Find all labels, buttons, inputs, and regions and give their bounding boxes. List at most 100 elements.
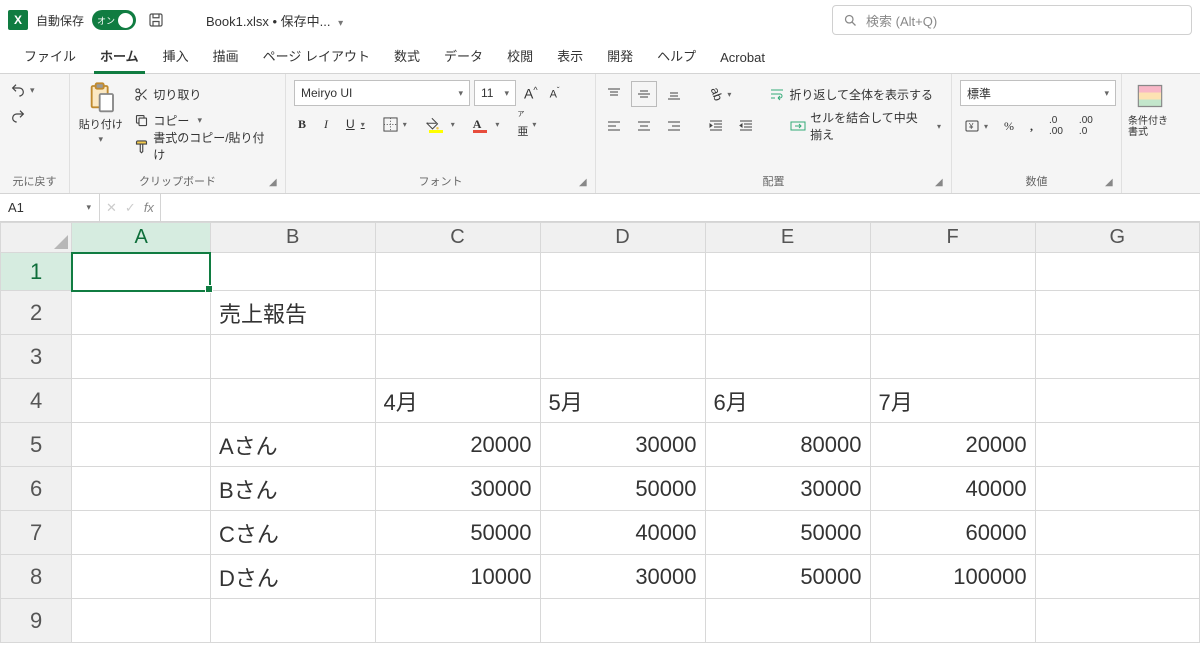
col-header-D[interactable]: D — [540, 223, 705, 253]
cell-B9[interactable] — [210, 599, 375, 643]
cell-A3[interactable] — [72, 335, 211, 379]
align-bottom-button[interactable] — [662, 82, 686, 106]
cell-D1[interactable] — [540, 253, 705, 291]
font-size-combo[interactable]: 11▾ — [474, 80, 516, 106]
cell-G3[interactable] — [1035, 335, 1199, 379]
paste-button[interactable]: 貼り付け ▾ — [76, 78, 125, 145]
cell-A2[interactable] — [72, 291, 211, 335]
cell-E8[interactable]: 50000 — [705, 555, 870, 599]
enter-icon[interactable]: ✓ — [125, 200, 136, 216]
cell-G2[interactable] — [1035, 291, 1199, 335]
row-header-2[interactable]: 2 — [1, 291, 72, 335]
cell-F2[interactable] — [870, 291, 1035, 335]
search-input[interactable]: 検索 (Alt+Q) — [832, 5, 1192, 35]
row-header-3[interactable]: 3 — [1, 335, 72, 379]
cell-C3[interactable] — [375, 335, 540, 379]
col-header-C[interactable]: C — [375, 223, 540, 253]
col-header-F[interactable]: F — [870, 223, 1035, 253]
cell-B5[interactable]: Aさん — [210, 423, 375, 467]
bold-button[interactable]: B — [294, 112, 310, 136]
cell-E1[interactable] — [705, 253, 870, 291]
save-icon[interactable] — [144, 8, 168, 32]
number-format-combo[interactable]: 標準▾ — [960, 80, 1116, 106]
cell-D7[interactable]: 40000 — [540, 511, 705, 555]
cell-G1[interactable] — [1035, 253, 1199, 291]
align-left-button[interactable] — [602, 114, 626, 138]
row-header-9[interactable]: 9 — [1, 599, 72, 643]
dialog-launcher-icon[interactable]: ◢ — [269, 177, 281, 189]
cell-A9[interactable] — [72, 599, 211, 643]
col-header-A[interactable]: A — [72, 223, 211, 253]
cell-E4[interactable]: 6月 — [705, 379, 870, 423]
dialog-launcher-icon[interactable]: ◢ — [579, 177, 591, 189]
font-color-button[interactable]: A▾ — [469, 112, 504, 136]
align-middle-button[interactable] — [632, 82, 656, 106]
tab-file[interactable]: ファイル — [14, 40, 86, 73]
percent-button[interactable]: % — [1000, 114, 1018, 138]
cell-B4[interactable] — [210, 379, 375, 423]
tab-view[interactable]: 表示 — [547, 40, 593, 73]
tab-developer[interactable]: 開発 — [597, 40, 643, 73]
cell-A4[interactable] — [72, 379, 211, 423]
cell-C1[interactable] — [375, 253, 540, 291]
tab-page-layout[interactable]: ページ レイアウト — [253, 40, 380, 73]
cell-E5[interactable]: 80000 — [705, 423, 870, 467]
conditional-formatting-button[interactable]: 条件付き書式 — [1128, 78, 1176, 138]
borders-button[interactable]: ▾ — [379, 112, 411, 136]
decrease-font-button[interactable]: Aˇ — [546, 81, 564, 105]
cell-G9[interactable] — [1035, 599, 1199, 643]
row-header-7[interactable]: 7 — [1, 511, 72, 555]
cell-C7[interactable]: 50000 — [375, 511, 540, 555]
cell-C8[interactable]: 10000 — [375, 555, 540, 599]
cell-D2[interactable] — [540, 291, 705, 335]
tab-insert[interactable]: 挿入 — [153, 40, 199, 73]
italic-button[interactable]: I — [320, 112, 332, 136]
font-name-combo[interactable]: Meiryo UI▾ — [294, 80, 470, 106]
document-title[interactable]: Book1.xlsx • 保存中... ▾ — [206, 11, 343, 30]
decrease-indent-button[interactable] — [704, 114, 728, 138]
align-center-button[interactable] — [632, 114, 656, 138]
cell-E7[interactable]: 50000 — [705, 511, 870, 555]
tab-review[interactable]: 校閲 — [497, 40, 543, 73]
cell-D9[interactable] — [540, 599, 705, 643]
cell-A5[interactable] — [72, 423, 211, 467]
cell-A8[interactable] — [72, 555, 211, 599]
align-right-button[interactable] — [662, 114, 686, 138]
increase-indent-button[interactable] — [734, 114, 758, 138]
tab-data[interactable]: データ — [434, 40, 493, 73]
orientation-button[interactable]: ab▾ — [706, 82, 735, 106]
cell-B6[interactable]: Bさん — [210, 467, 375, 511]
cell-F6[interactable]: 40000 — [870, 467, 1035, 511]
cell-E9[interactable] — [705, 599, 870, 643]
cell-A7[interactable] — [72, 511, 211, 555]
cut-button[interactable]: 切り取り — [129, 82, 279, 106]
cell-C9[interactable] — [375, 599, 540, 643]
select-all-corner[interactable] — [1, 223, 72, 253]
cell-G8[interactable] — [1035, 555, 1199, 599]
dialog-launcher-icon[interactable]: ◢ — [1105, 177, 1117, 189]
cancel-icon[interactable]: ✕ — [106, 200, 117, 216]
cell-F5[interactable]: 20000 — [870, 423, 1035, 467]
cell-G4[interactable] — [1035, 379, 1199, 423]
underline-button[interactable]: U▾ — [342, 112, 369, 136]
cell-C5[interactable]: 20000 — [375, 423, 540, 467]
cell-D3[interactable] — [540, 335, 705, 379]
fx-icon[interactable]: fx — [144, 200, 154, 215]
row-header-5[interactable]: 5 — [1, 423, 72, 467]
dialog-launcher-icon[interactable]: ◢ — [935, 177, 947, 189]
cell-F1[interactable] — [870, 253, 1035, 291]
cell-F8[interactable]: 100000 — [870, 555, 1035, 599]
autosave-toggle[interactable]: オン — [92, 10, 136, 30]
cell-D5[interactable]: 30000 — [540, 423, 705, 467]
cell-G6[interactable] — [1035, 467, 1199, 511]
fill-color-button[interactable]: ▾ — [421, 112, 459, 136]
cell-D4[interactable]: 5月 — [540, 379, 705, 423]
formula-input[interactable] — [161, 194, 1200, 221]
row-header-4[interactable]: 4 — [1, 379, 72, 423]
spreadsheet-grid[interactable]: A B C D E F G 1 2 売上報告 3 4 4月 5月 6月 7月 5… — [0, 222, 1200, 643]
cell-B3[interactable] — [210, 335, 375, 379]
row-header-6[interactable]: 6 — [1, 467, 72, 511]
tab-draw[interactable]: 描画 — [203, 40, 249, 73]
tab-acrobat[interactable]: Acrobat — [710, 44, 775, 73]
wrap-text-button[interactable]: 折り返して全体を表示する — [765, 82, 937, 106]
